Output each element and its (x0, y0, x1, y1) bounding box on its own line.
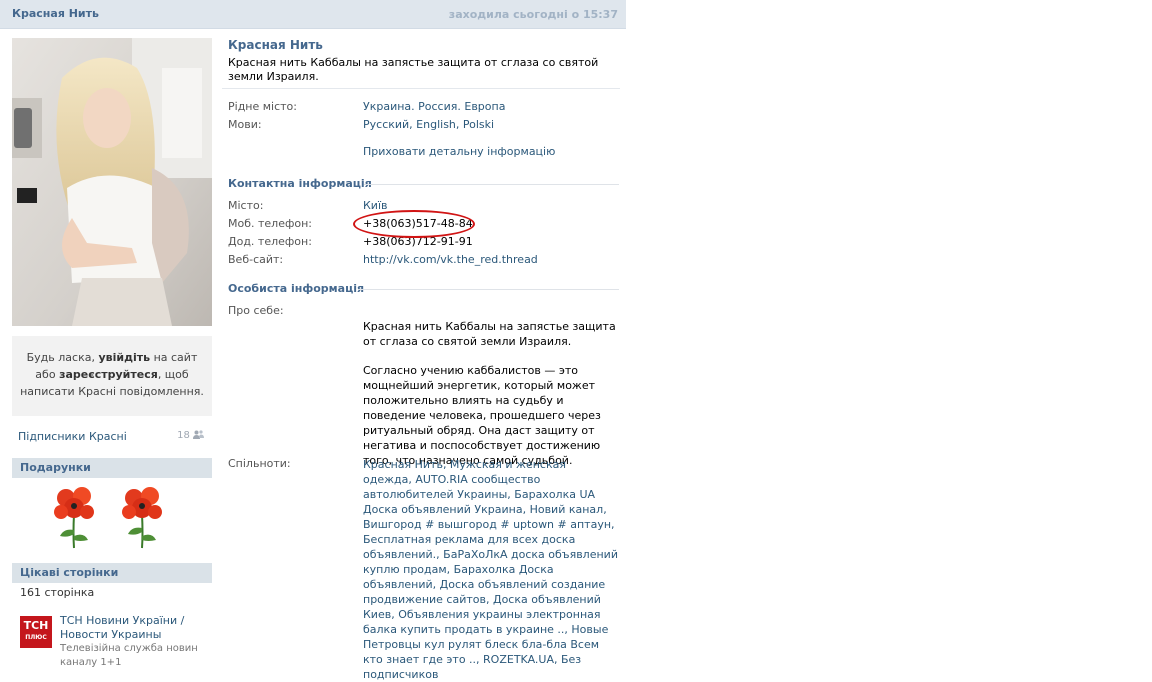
hometown-label: Рідне місто: (228, 100, 297, 113)
message-prompt-text: Будь ласка, (26, 351, 99, 364)
gifts-header[interactable]: Подарунки (12, 458, 212, 478)
register-link[interactable]: зареєструйтеся (59, 368, 158, 381)
top-bar: Красная Нить заходила сьогодні о 15:37 (0, 0, 626, 29)
divider (364, 184, 619, 185)
gifts-title: Подарунки (20, 461, 91, 474)
topbar-profile-name[interactable]: Красная Нить (12, 7, 99, 20)
communities-list[interactable]: Красная Нить, Мужская и женская одежда, … (363, 457, 618, 682)
interesting-pages-header[interactable]: Цікаві сторінки (12, 563, 212, 583)
extra-phone-value: +38(063)712-91-91 (363, 235, 473, 248)
poppy-gift-icon[interactable] (118, 484, 166, 550)
city-value[interactable]: Київ (363, 199, 388, 212)
contacts-header: Контактна інформація (228, 177, 372, 190)
website-label: Веб-сайт: (228, 253, 284, 266)
hide-details-link[interactable]: Приховати детальну інформацію (363, 145, 555, 158)
subscribers-link[interactable]: Підписники Красні 18 (18, 430, 204, 443)
about-paragraph-1: Красная нить Каббалы на запястье защита … (363, 320, 616, 348)
hometown-value[interactable]: Украина. Россия. Европа (363, 100, 505, 113)
interesting-pages-title: Цікаві сторінки (20, 566, 119, 579)
subscribers-count: 18 (177, 430, 190, 441)
city-label: Місто: (228, 199, 264, 212)
profile-photo-image (12, 38, 212, 326)
last-seen-status: заходила сьогодні о 15:37 (448, 8, 618, 21)
about-label: Про себе: (228, 304, 284, 317)
divider (222, 88, 620, 89)
subscribers-label: Підписники Красні (18, 430, 127, 443)
profile-status: Красная нить Каббалы на запястье защита … (228, 56, 599, 83)
communities-label: Спільноти: (228, 457, 291, 470)
login-link[interactable]: увійдіть (98, 351, 150, 364)
personal-info-header: Особиста інформація (228, 282, 365, 295)
divider (358, 289, 619, 290)
page-item-title[interactable]: ТСН Новини України / Новости Украины (60, 614, 210, 642)
tsn-logo-subtext: ПЛЮС (25, 634, 47, 641)
extra-phone-label: Дод. телефон: (228, 235, 312, 248)
tsn-logo: ТСН ПЛЮС (20, 616, 52, 648)
mobile-phone-label: Моб. телефон: (228, 217, 313, 230)
message-prompt-box: Будь ласка, увійдіть на сайт або зареєст… (12, 336, 212, 416)
page-item-text: ТСН Новини України / Новости Украины Тел… (60, 614, 210, 670)
languages-value[interactable]: Русский, English, Polski (363, 118, 494, 131)
subscribers-count-group: 18 (177, 430, 204, 441)
website-link[interactable]: http://vk.com/vk.the_red.thread (363, 253, 538, 266)
page-item-description: Телевізійна служба новин каналу 1+1 (60, 643, 198, 668)
poppy-gift-icon[interactable] (50, 484, 98, 550)
profile-photo[interactable] (12, 38, 212, 326)
about-paragraph-2: Согласно учению каббалистов — это мощней… (363, 364, 601, 467)
people-icon (193, 430, 204, 439)
pages-count: 161 сторінка (20, 586, 95, 599)
page-title: Красная Нить (228, 38, 323, 52)
mobile-phone-value: +38(063)517-48-84 (363, 217, 473, 230)
profile-page: Красная Нить заходила сьогодні о 15:37 Б… (0, 0, 626, 681)
tsn-logo-text: ТСН (23, 619, 49, 632)
languages-label: Мови: (228, 118, 262, 131)
gifts-list (12, 480, 212, 552)
